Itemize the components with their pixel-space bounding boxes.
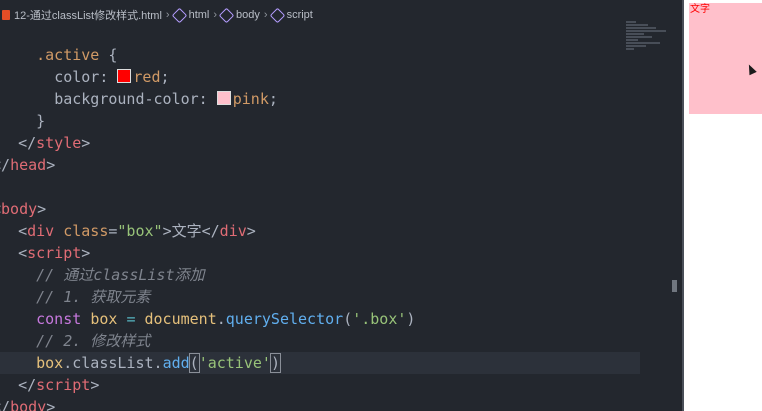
string-literal: 'active' [198,354,271,372]
text-content: 文字 [171,222,202,240]
mouse-cursor-icon [745,62,757,76]
css-property: color: [54,68,109,86]
color-swatch-pink[interactable] [216,91,231,105]
element-icon [269,7,285,23]
code-line: // 通过classList添加 [0,264,640,286]
css-property: background-color: [54,90,208,108]
string-literal: '.box' [352,310,407,328]
punctuation: </ [18,134,37,152]
code-line: <body> [0,198,640,220]
code-line: </style> [0,132,640,154]
browser-preview: 文字 [682,0,762,411]
punctuation: </ [0,156,11,174]
html-tag: head [10,156,47,174]
css-selector: .active [36,46,100,64]
code-line: // 1. 获取元素 [0,286,640,308]
code-line-current[interactable]: box.classList.add('active') [0,352,640,374]
preview-box: 文字 [689,3,762,114]
chevron-right-icon: › [165,9,170,21]
variable: box [90,310,118,328]
html-file-icon [2,10,10,20]
breadcrumb-item-script[interactable]: script [269,7,313,23]
variable: box [36,354,64,372]
code-line: // 2. 修改样式 [0,330,640,352]
function-name: add [162,354,190,372]
minimap[interactable] [626,20,672,62]
code-line: </script> [18,376,100,394]
breadcrumb-item-label: html [188,9,210,21]
code-line: color: red; [54,68,170,86]
html-tag: script [36,376,91,394]
element-icon [171,7,187,23]
html-tag: body [10,398,47,411]
code-comment: // 2. 修改样式 [36,332,151,350]
code-line: <div class="box">文字</div> [18,222,256,240]
chevron-right-icon: › [263,9,268,21]
chevron-right-icon: › [213,9,218,21]
variable: document [144,310,217,328]
code-comment: // 通过classList添加 [36,266,205,284]
code-line: const box = document.querySelector('.box… [36,310,416,328]
punctuation: { [99,46,118,64]
keyword: const [36,310,82,328]
breadcrumb: 12-通过classList修改样式.html › html › body › … [0,0,682,30]
code-line: background-color: pink; [54,90,278,108]
css-value: red [133,68,161,86]
code-line: </head> [0,154,640,176]
string-literal: "box" [117,222,163,240]
element-icon [218,7,235,23]
breadcrumb-item-html[interactable]: html [171,7,210,23]
css-value: pink [232,90,269,108]
punctuation: } [36,112,46,130]
breadcrumb-item-body[interactable]: body [218,7,260,23]
code-editor[interactable]: 12-通过classList修改样式.html › html › body › … [0,0,682,411]
code-line: } [0,110,640,132]
color-swatch-red[interactable] [117,69,132,83]
code-comment: // 1. 获取元素 [36,288,151,306]
scrollbar[interactable] [672,280,677,292]
html-tag: div [27,222,55,240]
code-line: <script> [18,244,91,262]
breadcrumb-item-label: script [286,9,313,21]
html-tag: div [219,222,247,240]
code-area[interactable]: .active { color: red; background-color: … [0,44,640,411]
html-attribute: class [63,222,109,240]
code-line: .active { [0,44,640,66]
breadcrumb-file[interactable]: 12-通过classList修改样式.html [2,7,162,23]
html-tag: body [1,200,38,218]
punctuation: > [37,200,47,218]
property-name: classList [72,354,154,372]
preview-box-text: 文字 [690,4,710,15]
html-tag: script [27,244,82,262]
punctuation: > [81,134,91,152]
breadcrumb-file-label: 12-通过classList修改样式.html [14,10,162,22]
code-line: </body> [0,396,640,411]
function-name: querySelector [225,310,344,328]
html-tag: style [36,134,82,152]
punctuation: > [46,156,56,174]
breadcrumb-item-label: body [236,9,260,21]
